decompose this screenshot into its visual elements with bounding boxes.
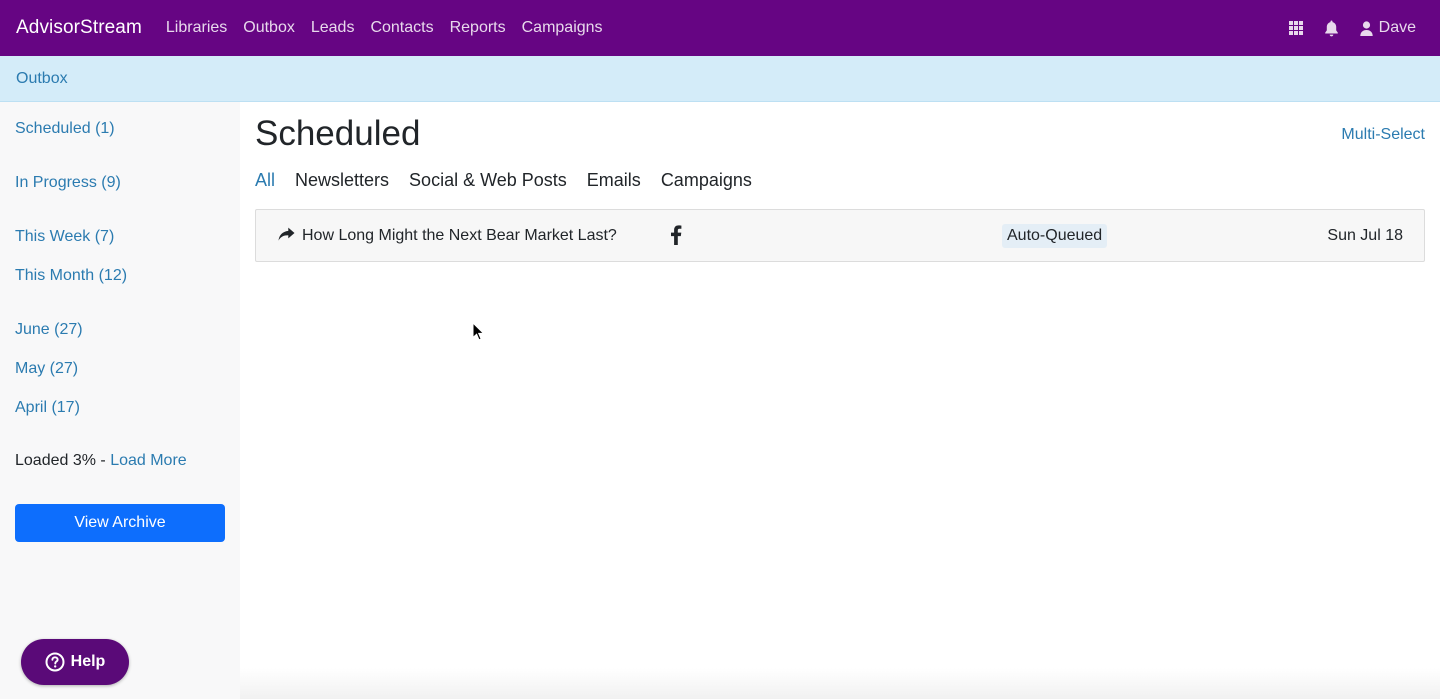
tab-social-web-posts[interactable]: Social & Web Posts [409,170,567,191]
sidebar-item-scheduled[interactable]: Scheduled (1) [15,120,115,138]
bottom-shadow [240,668,1440,699]
breadcrumb: Outbox [0,56,1440,102]
breadcrumb-outbox[interactable]: Outbox [16,70,68,88]
nav-links: Libraries Outbox Leads Contacts Reports … [158,19,611,37]
loaded-text: Loaded 3% - [15,452,111,469]
grid-icon[interactable] [1286,18,1306,38]
sidebar-item-in-progress[interactable]: In Progress (9) [15,174,121,192]
nav-libraries[interactable]: Libraries [158,19,235,37]
nav-leads[interactable]: Leads [303,19,363,37]
nav-outbox[interactable]: Outbox [235,19,303,37]
load-more-link[interactable]: Load More [110,452,187,469]
share-icon [278,227,295,247]
sidebar-item-may[interactable]: May (27) [15,360,78,378]
user-icon [1359,20,1373,36]
sidebar: Scheduled (1) In Progress (9) This Week … [0,102,240,699]
item-date: Sun Jul 18 [1327,227,1403,244]
user-name: Dave [1378,19,1416,36]
user-menu[interactable]: Dave [1359,19,1416,37]
nav-contacts[interactable]: Contacts [362,19,441,37]
mouse-cursor-icon [472,321,485,346]
status-badge: Auto-Queued [1002,224,1108,248]
list-item[interactable]: How Long Might the Next Bear Market Last… [255,209,1425,262]
help-label: Help [70,653,106,670]
tab-all[interactable]: All [255,170,275,191]
tab-emails[interactable]: Emails [587,170,641,191]
multi-select-link[interactable]: Multi-Select [1341,126,1425,144]
facebook-icon [670,225,682,250]
bell-icon[interactable] [1322,18,1342,38]
loaded-status: Loaded 3% - Load More [15,452,187,470]
tab-campaigns[interactable]: Campaigns [661,170,752,191]
brand-logo[interactable]: AdvisorStream [16,17,142,39]
view-archive-button[interactable]: View Archive [15,504,225,542]
tab-newsletters[interactable]: Newsletters [295,170,389,191]
help-button[interactable]: Help [21,639,129,685]
sidebar-item-this-week[interactable]: This Week (7) [15,228,114,246]
nav-reports[interactable]: Reports [442,19,514,37]
nav-right: Dave [1270,0,1416,56]
sidebar-item-april[interactable]: April (17) [15,399,80,417]
page-title: Scheduled [255,114,421,153]
sidebar-item-june[interactable]: June (27) [15,321,83,339]
nav-campaigns[interactable]: Campaigns [514,19,611,37]
question-circle-icon [45,652,65,672]
top-navbar: AdvisorStream Libraries Outbox Leads Con… [0,0,1440,56]
item-title: How Long Might the Next Bear Market Last… [302,227,617,244]
filter-tabs: All Newsletters Social & Web Posts Email… [255,170,772,191]
sidebar-item-this-month[interactable]: This Month (12) [15,267,127,285]
